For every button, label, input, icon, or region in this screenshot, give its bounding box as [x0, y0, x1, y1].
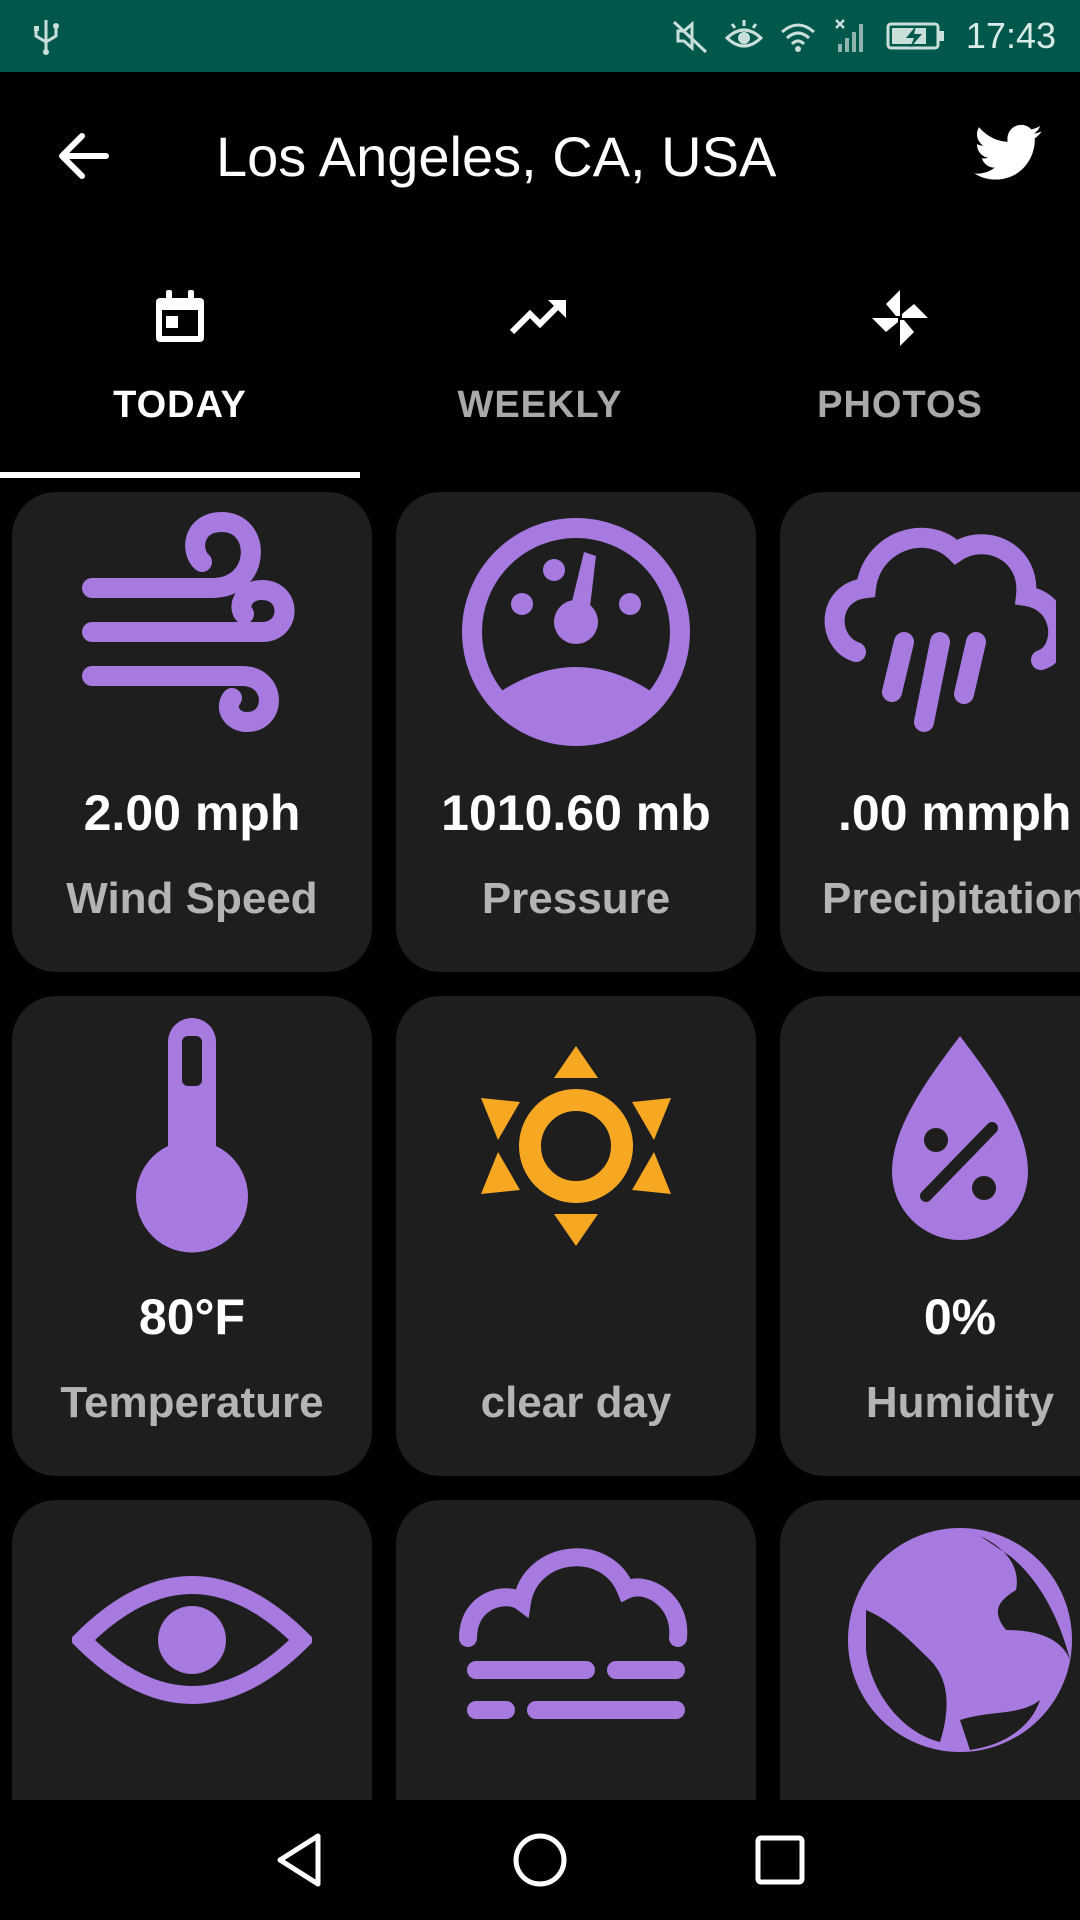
card-label: Precipitation [822, 874, 1080, 923]
system-nav-bar [0, 1800, 1080, 1920]
page-title: Los Angeles, CA, USA [216, 125, 777, 188]
tab-photos[interactable]: PHOTOS [720, 272, 1080, 478]
card-label: Wind Speed [66, 874, 318, 923]
card-pressure[interactable]: 1010.60 mb Pressure [396, 492, 756, 972]
status-icons: 17:43 [670, 0, 1056, 72]
back-triangle-icon[interactable] [270, 1830, 330, 1890]
usb-icon [34, 20, 59, 55]
status-bar: 17:43 [0, 0, 1080, 72]
trending-up-icon [509, 299, 566, 335]
status-clock: 17:43 [965, 15, 1056, 56]
mute-icon [672, 20, 707, 54]
card-label: Temperature [60, 1378, 324, 1427]
card-cloud-cover[interactable] [396, 1500, 756, 1800]
card-humidity[interactable]: 0% Humidity [780, 996, 1080, 1476]
calendar-today-icon [156, 290, 204, 342]
wifi-icon [780, 23, 815, 52]
card-label: clear day [480, 1378, 672, 1427]
card-visibility[interactable] [12, 1500, 372, 1800]
tab-label-today: TODAY [113, 384, 247, 426]
thermometer-icon [136, 1018, 248, 1253]
rain-cloud-icon [824, 527, 1056, 732]
tab-today[interactable]: TODAY [0, 272, 360, 478]
card-precipitation[interactable]: .00 mmph Precipitation [780, 492, 1080, 972]
tab-weekly[interactable]: WEEKLY [360, 272, 720, 478]
wind-icon [82, 512, 295, 733]
tab-indicator [0, 472, 360, 478]
card-value: .00 mmph [838, 785, 1072, 841]
home-circle-icon[interactable] [510, 1830, 570, 1890]
card-condition[interactable]: clear day [396, 996, 756, 1476]
signal-icon [835, 19, 863, 52]
twitter-icon[interactable] [974, 124, 1042, 186]
eye-icon [72, 1576, 312, 1704]
card-ozone[interactable] [780, 1500, 1080, 1800]
tab-label-weekly: WEEKLY [457, 384, 623, 426]
pinwheel-icon [872, 290, 928, 346]
tab-bar: TODAY WEEKLY PHOTOS [0, 272, 1080, 478]
eye-comfort-icon [724, 20, 764, 48]
arrow-left-icon[interactable] [52, 124, 116, 188]
battery-charging-icon [886, 22, 944, 50]
card-value: 1010.60 mb [441, 785, 711, 841]
humidity-drop-icon [892, 1036, 1028, 1240]
card-value: 80°F [138, 1289, 246, 1345]
weather-grid: 2.00 mph Wind Speed 1010.60 mb Pressure … [12, 492, 1080, 1800]
globe-icon [848, 1528, 1072, 1752]
tab-label-photos: PHOTOS [817, 384, 983, 426]
card-wind-speed[interactable]: 2.00 mph Wind Speed [12, 492, 372, 972]
card-value: 0% [923, 1289, 997, 1345]
fog-cloud-icon [459, 1548, 688, 1719]
card-value: 2.00 mph [83, 785, 301, 841]
card-label: Humidity [865, 1378, 1055, 1427]
app-bar: Los Angeles, CA, USA [0, 72, 1080, 242]
gauge-icon [462, 518, 690, 746]
card-label: Pressure [481, 874, 671, 923]
card-temperature[interactable]: 80°F Temperature [12, 996, 372, 1476]
recents-square-icon[interactable] [750, 1830, 810, 1890]
sun-icon [481, 1046, 671, 1246]
